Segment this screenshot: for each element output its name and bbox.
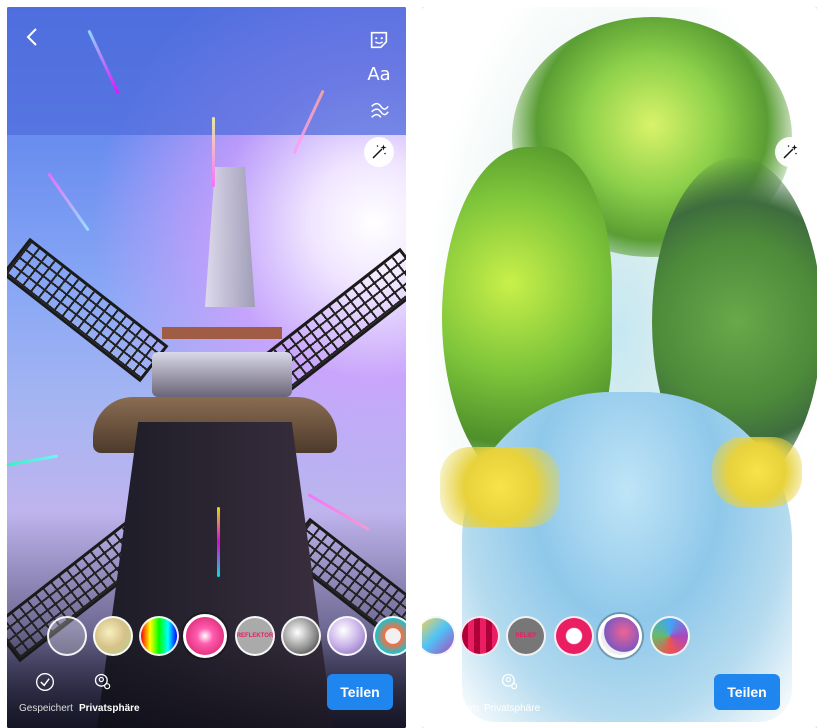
right-phone-screen: RELIEF Speichern Privatsphäre Teilen: [422, 7, 817, 728]
magic-wand-icon[interactable]: [775, 137, 805, 167]
bottom-bar: Speichern Privatsphäre Teilen: [422, 666, 817, 728]
light-streak: [212, 117, 215, 187]
yellow-flowers: [440, 447, 560, 527]
privacy-label[interactable]: Privatsphäre: [484, 703, 540, 714]
yellow-flowers: [712, 437, 802, 507]
bottom-bar: Gespeichert Privatsphäre Teilen: [7, 666, 406, 728]
filter-rainbow[interactable]: [139, 616, 179, 656]
saved-label: Gespeichert: [19, 703, 73, 714]
filter-carousel[interactable]: RELIEF: [422, 614, 817, 664]
filter-film[interactable]: [460, 616, 500, 656]
filter-reflektor[interactable]: REFLEKTOR: [235, 616, 275, 656]
text-overlay-band: [7, 7, 406, 135]
draw-icon[interactable]: [364, 95, 394, 125]
text-icon[interactable]: Aa: [364, 59, 394, 89]
light-streak: [217, 507, 220, 577]
filter-starburst-selected[interactable]: [183, 614, 227, 658]
save-label[interactable]: Speichern: [434, 703, 479, 714]
sticker-icon[interactable]: [775, 25, 805, 55]
download-icon[interactable]: [446, 672, 466, 692]
filter-peach[interactable]: [93, 616, 133, 656]
sticker-icon[interactable]: [364, 25, 394, 55]
filter-globe[interactable]: [281, 616, 321, 656]
filter-frame[interactable]: [554, 616, 594, 656]
filter-paint-selected[interactable]: [598, 614, 642, 658]
filter-prism[interactable]: [422, 616, 456, 656]
check-icon[interactable]: [35, 672, 55, 692]
filter-gradient[interactable]: [650, 616, 690, 656]
windmill-gallery-rail: [162, 327, 282, 339]
filter-carousel[interactable]: REFLEKTOR: [7, 614, 406, 664]
filter-ring[interactable]: [373, 616, 406, 656]
privacy-label[interactable]: Privatsphäre: [79, 703, 140, 714]
filter-sphere[interactable]: [327, 616, 367, 656]
back-arrow-icon[interactable]: [436, 25, 460, 49]
windmill-gallery: [152, 352, 292, 397]
share-button[interactable]: Teilen: [714, 674, 780, 710]
back-arrow-icon[interactable]: [21, 25, 45, 49]
filter-outline[interactable]: [47, 616, 87, 656]
magic-wand-icon[interactable]: [364, 137, 394, 167]
privacy-gear-icon[interactable]: [500, 672, 520, 692]
left-phone-screen: Aa REFLEKTOR Gespeichert Privatsphäre Te…: [7, 7, 406, 728]
share-button[interactable]: Teilen: [327, 674, 393, 710]
filter-relief[interactable]: RELIEF: [506, 616, 546, 656]
privacy-gear-icon[interactable]: [93, 672, 113, 692]
